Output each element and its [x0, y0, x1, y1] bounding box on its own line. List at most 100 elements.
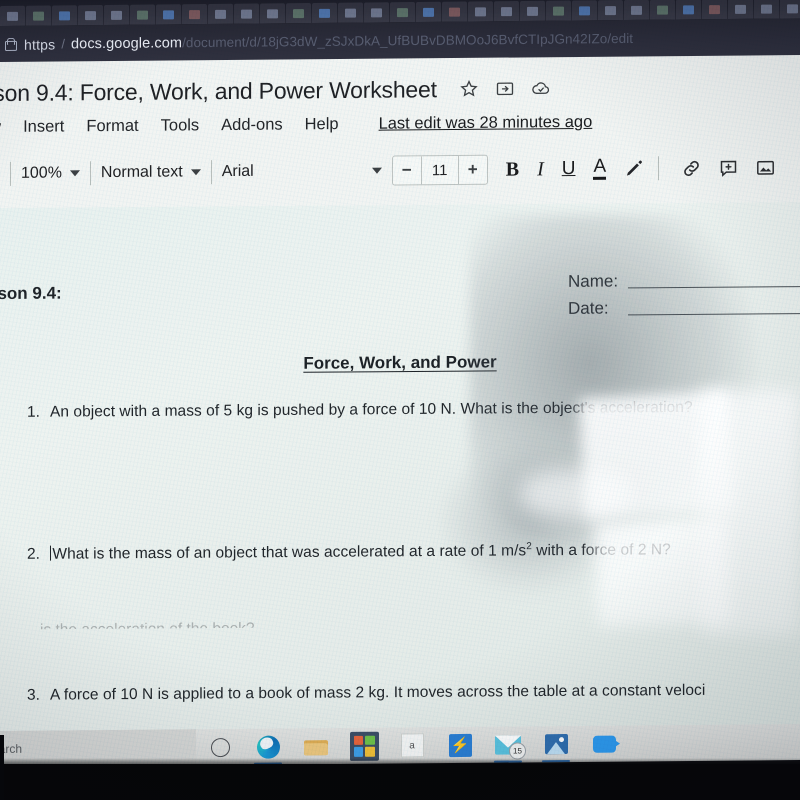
browser-tab[interactable] [546, 0, 571, 21]
paragraph-style-selector[interactable]: Normal text [101, 163, 201, 182]
bold-button[interactable]: B [506, 158, 519, 181]
menu-bar[interactable]: ew Insert Format Tools Add-ons Help Last edit … [0, 110, 592, 139]
underline-button[interactable]: U [562, 158, 576, 180]
browser-tab[interactable] [312, 2, 337, 24]
zoom-value: 100% [21, 164, 62, 182]
browser-tab[interactable] [52, 5, 77, 26]
url-separator: / [61, 36, 65, 52]
google-docs-chrome: sson 9.4: Force, Work, and Power Workshe… [0, 55, 800, 210]
tab-favicon-icon [397, 7, 408, 17]
font-size-decrease-button[interactable]: − [393, 156, 421, 184]
document-title-row: sson 9.4: Force, Work, and Power Workshe… [0, 69, 800, 110]
text-color-button[interactable]: A [593, 156, 607, 180]
browser-tab[interactable] [182, 4, 207, 25]
worksheet-heading: Force, Work, and Power [0, 350, 800, 376]
question-3-number: 3. [26, 686, 40, 704]
name-date-block: Name: Date: [568, 270, 800, 326]
tab-favicon-icon [683, 4, 694, 14]
add-comment-icon[interactable] [718, 157, 739, 178]
browser-tab[interactable] [624, 0, 649, 21]
tab-favicon-icon [33, 11, 44, 21]
tab-favicon-icon [137, 10, 148, 20]
question-1[interactable]: 1. An object with a mass of 5 kg is push… [8, 398, 800, 422]
photos-icon[interactable] [532, 726, 580, 762]
browser-tab[interactable] [494, 1, 519, 22]
question-3[interactable]: 3. A force of 10 N is applied to a book … [8, 681, 800, 705]
question-2-text: What is the mass of an object that was a… [50, 539, 800, 564]
highlight-pen-icon[interactable] [624, 158, 644, 178]
browser-tab[interactable] [130, 4, 155, 25]
cloud-saved-icon[interactable] [531, 78, 551, 98]
link-icon[interactable] [681, 157, 702, 178]
browser-tab[interactable] [286, 3, 311, 24]
date-blank-line[interactable] [628, 312, 800, 316]
tab-favicon-icon [605, 5, 616, 15]
browser-tab[interactable] [468, 1, 493, 22]
browser-tab[interactable] [156, 4, 181, 25]
name-blank-line[interactable] [628, 285, 800, 289]
menu-item-format[interactable]: Format [86, 116, 138, 135]
font-size-stepper[interactable]: − 11 + [391, 154, 488, 186]
question-2[interactable]: 2. What is the mass of an object that wa… [8, 539, 800, 564]
toolbar-divider-1 [89, 161, 91, 186]
star-icon[interactable] [459, 79, 479, 99]
question-list: 1. An object with a mass of 5 kg is push… [8, 398, 800, 705]
chevron-down-icon [190, 169, 201, 176]
browser-tab[interactable] [780, 0, 800, 19]
italic-button[interactable]: I [537, 158, 544, 181]
toolbar-divider-0 [10, 161, 11, 186]
browser-tab[interactable] [754, 0, 779, 19]
docs-toolbar[interactable]: 100% Normal text Arial − 11 + B I U A [0, 143, 800, 198]
menu-item-tools[interactable]: Tools [161, 116, 200, 135]
menu-item-ew[interactable]: ew [0, 117, 1, 136]
browser-tab[interactable] [650, 0, 675, 20]
font-selector[interactable]: Arial [222, 162, 382, 181]
document-title[interactable]: sson 9.4: Force, Work, and Power Workshe… [0, 76, 437, 107]
insert-image-icon[interactable] [755, 157, 776, 178]
name-label: Name: [568, 271, 619, 291]
menu-item-help[interactable]: Help [305, 115, 339, 134]
menu-item-insert[interactable]: Insert [23, 117, 64, 136]
tab-favicon-icon [787, 3, 798, 13]
question-2-text-after: with a force of 2 N? [531, 541, 671, 560]
browser-tab[interactable] [78, 5, 103, 26]
url-scheme: https [24, 35, 56, 53]
browser-tab[interactable] [390, 2, 415, 23]
tab-favicon-icon [189, 9, 200, 19]
screenshot-root: https / docs.google.com /document/d/18jG… [0, 0, 800, 800]
tab-favicon-icon [293, 8, 304, 18]
tab-favicon-icon [527, 6, 538, 16]
browser-tab[interactable] [260, 3, 285, 24]
font-size-increase-button[interactable]: + [459, 156, 487, 184]
zoom-icon[interactable] [580, 726, 628, 762]
font-size-value[interactable]: 11 [420, 155, 459, 185]
menu-item-add-ons[interactable]: Add-ons [221, 115, 282, 135]
browser-tab[interactable] [572, 0, 597, 21]
browser-tab[interactable] [728, 0, 753, 20]
move-to-folder-icon[interactable] [495, 79, 515, 99]
browser-tab[interactable] [104, 4, 129, 26]
browser-tab[interactable] [416, 1, 441, 23]
question-1-number: 1. [26, 403, 40, 421]
browser-tab[interactable] [234, 3, 259, 24]
tab-favicon-icon [163, 9, 174, 19]
browser-tab[interactable] [364, 2, 389, 23]
tab-favicon-icon [371, 7, 382, 17]
browser-tab[interactable] [676, 0, 701, 20]
browser-tab[interactable] [26, 5, 51, 26]
document-page[interactable]: sson 9.4: Name: Date: Force, Work, and P… [0, 202, 800, 736]
chevron-down-icon [371, 167, 382, 174]
browser-tab[interactable] [702, 0, 727, 20]
browser-tab[interactable] [208, 3, 233, 25]
browser-tab[interactable] [520, 0, 545, 22]
url-host: docs.google.com [70, 34, 183, 52]
zoom-selector[interactable]: 100% [21, 164, 80, 183]
tab-favicon-icon [319, 8, 330, 18]
tab-favicon-icon [111, 10, 122, 20]
document-header-left: sson 9.4: [0, 283, 62, 304]
browser-tab[interactable] [0, 5, 25, 26]
browser-tab[interactable] [598, 0, 623, 21]
browser-tab[interactable] [442, 1, 467, 22]
browser-tab[interactable] [338, 2, 363, 23]
last-edit-status[interactable]: Last edit was 28 minutes ago [379, 112, 593, 133]
